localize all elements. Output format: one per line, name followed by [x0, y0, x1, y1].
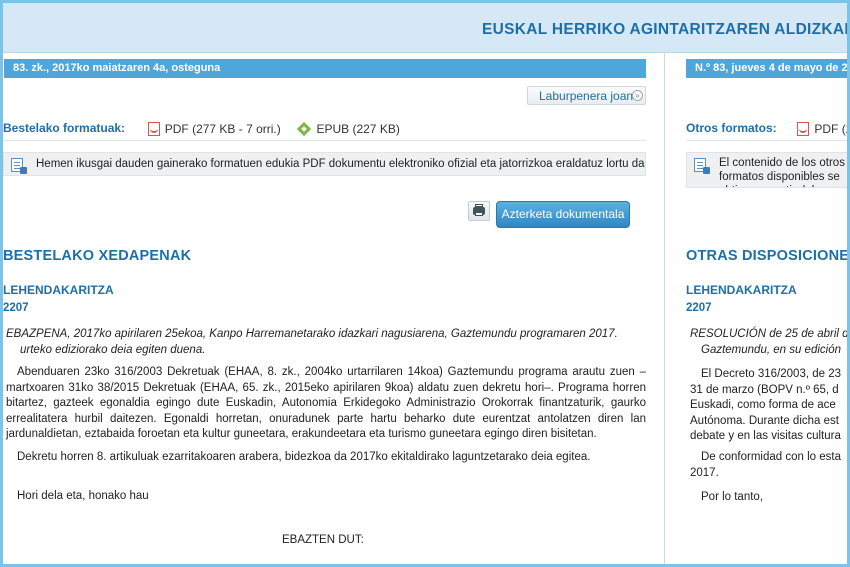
paragraph-1-es-line: Euskadi, como forma de ace — [690, 399, 836, 411]
site-title[interactable]: EUSKAL HERRIKO AGINTARITZAREN ALDIZKARIA — [482, 21, 850, 39]
paragraph-2: Dekretu horren 8. artikuluak ezarritakoa… — [17, 451, 591, 463]
paragraph-1-es-line: 31 de marzo (BOPV n.º 65, d — [690, 383, 839, 396]
department-name-es: LEHENDAKARITZA — [686, 283, 797, 297]
paragraph-1: Abenduaren 23ko 316/2003 Dekretuak (EHAA… — [6, 366, 646, 440]
pdf-link-label: PDF (277 KB - 7 orri.) — [164, 121, 281, 136]
section-heading-es: OTRAS DISPOSICIONES — [686, 248, 850, 264]
epub-link-label: EPUB (227 KB) — [316, 121, 400, 136]
arrow-circle-icon: » — [632, 90, 643, 101]
pdf-link-es[interactable]: PDF (299 KB - 7 págs.) — [797, 121, 850, 136]
paragraph-1-es-line: Autónoma. Durante dicha est — [690, 414, 839, 427]
print-button[interactable] — [468, 201, 490, 221]
formats-label-es: Otros formatos: — [686, 121, 777, 135]
notice-text-es: El contenido de los otros formatos dispo… — [719, 157, 845, 187]
department-name: LEHENDAKARITZA — [3, 283, 114, 297]
title-line-2: urteko ediziorako deia egiten duena. — [20, 343, 206, 356]
epub-link[interactable]: EPUB (227 KB) — [297, 121, 400, 136]
basque-column: 83. zk., 2017ko maiatzaren 4a, osteguna … — [0, 52, 648, 567]
formats-row: Bestelako formatuak: PDF (277 KB - 7 orr… — [3, 121, 646, 136]
title-line-1-es: RESOLUCIÓN de 25 de abril de 2017 — [690, 328, 850, 340]
title-line-2-es: Gaztemundu, en su edición — [701, 343, 842, 356]
title-line-1: EBAZPENA, 2017ko apirilaren 25ekoa, Kanp… — [6, 328, 618, 340]
pdf-link[interactable]: PDF (277 KB - 7 orri.) — [147, 121, 281, 136]
document-analysis-button[interactable]: Azterketa dokumentala — [496, 201, 630, 228]
notice-text: Hemen ikusgai dauden gainerako formatuen… — [36, 158, 645, 170]
document-number-es: 2207 — [686, 302, 712, 314]
paragraph-2-es-line: De conformidad con lo esta — [701, 451, 841, 463]
site-header: EUSKAL HERRIKO AGINTARITZAREN ALDIZKARIA — [0, 0, 850, 53]
paragraph-1-es: El Decreto 316/2003, de 23 31 de marzo (… — [690, 367, 842, 445]
document-title-es: RESOLUCIÓN de 25 de abril de 2017 Gaztem… — [690, 327, 850, 358]
summary-button-label: Laburpenera joan — [539, 89, 634, 103]
formats-label: Bestelako formatuak: — [3, 121, 126, 135]
printer-icon — [473, 204, 485, 216]
pdf-icon — [147, 121, 160, 136]
document-title: EBAZPENA, 2017ko apirilaren 25ekoa, Kanp… — [6, 327, 646, 358]
section-heading: BESTELAKO XEDAPENAK — [3, 248, 192, 264]
summary-button[interactable]: Laburpenera joan » — [527, 86, 646, 105]
paragraph-2-es-line: 2017. — [690, 466, 719, 479]
paragraph-1-es-line: El Decreto 316/2003, de 23 — [701, 368, 842, 380]
formats-row-es: Otros formatos: PDF (299 KB - 7 págs.) — [686, 121, 850, 136]
pdf-icon — [797, 121, 810, 136]
document-info-icon — [11, 158, 27, 174]
format-notice: Hemen ikusgai dauden gainerako formatuen… — [3, 152, 646, 176]
paragraph-3: Hori dela eta, honako hau — [17, 490, 149, 502]
pdf-link-label-es: PDF (299 KB - 7 págs.) — [814, 121, 850, 136]
paragraph-3-es: Por lo tanto, — [701, 491, 764, 503]
divider — [3, 140, 646, 141]
paragraph-2-es: De conformidad con lo esta 2017. — [690, 450, 841, 481]
issue-date-bar-es: N.º 83, jueves 4 de mayo de 2017 — [686, 59, 850, 78]
document-info-icon — [694, 158, 710, 174]
column-divider — [664, 52, 665, 567]
paragraph-1-es-line: debate y en las visitas cultura — [690, 430, 841, 442]
document-number: 2207 — [3, 302, 29, 314]
resolves-heading: EBAZTEN DUT: — [282, 534, 364, 546]
epub-icon — [297, 121, 312, 136]
issue-date-bar: 83. zk., 2017ko maiatzaren 4a, osteguna — [4, 59, 646, 78]
spanish-column: N.º 83, jueves 4 de mayo de 2017 Otros f… — [680, 52, 850, 567]
divider-es — [686, 140, 850, 141]
format-notice-es: El contenido de los otros formatos dispo… — [686, 152, 850, 188]
